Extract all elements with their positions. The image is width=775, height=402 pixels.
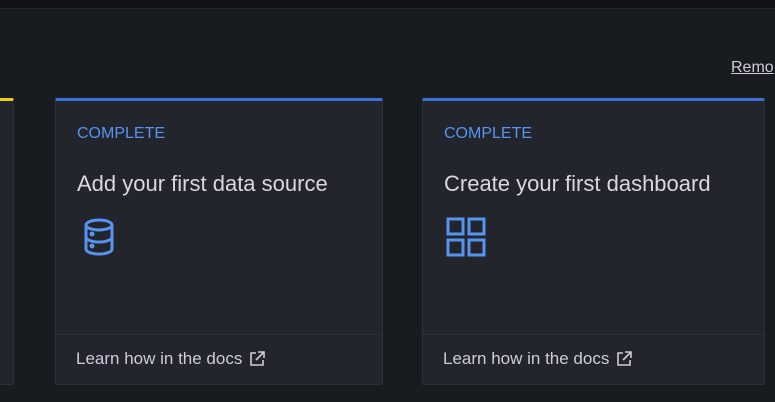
external-link-icon xyxy=(250,351,266,366)
apps-grid-icon xyxy=(446,217,486,257)
card-title: Add your first data source xyxy=(77,171,328,196)
card-add-data-source[interactable]: COMPLETE Add your first data source Lear… xyxy=(55,98,383,385)
learn-docs-link[interactable]: Learn how in the docs xyxy=(443,349,633,369)
card-create-dashboard[interactable]: COMPLETE Create your first dashboard Lea… xyxy=(422,98,765,385)
card-footer: Learn how in the docs xyxy=(56,334,382,384)
top-bar xyxy=(0,0,775,9)
remove-link[interactable]: Remo xyxy=(731,59,774,77)
learn-docs-link[interactable]: Learn how in the docs xyxy=(76,349,266,369)
previous-card[interactable] xyxy=(0,98,14,385)
card-footer: Learn how in the docs xyxy=(423,334,764,384)
learn-docs-label: Learn how in the docs xyxy=(76,349,243,368)
database-icon xyxy=(84,218,114,256)
card-title: Create your first dashboard xyxy=(444,171,711,196)
learn-docs-label: Learn how in the docs xyxy=(443,349,610,368)
status-label: COMPLETE xyxy=(77,125,166,142)
external-link-icon xyxy=(617,351,633,366)
status-label: COMPLETE xyxy=(444,125,533,142)
